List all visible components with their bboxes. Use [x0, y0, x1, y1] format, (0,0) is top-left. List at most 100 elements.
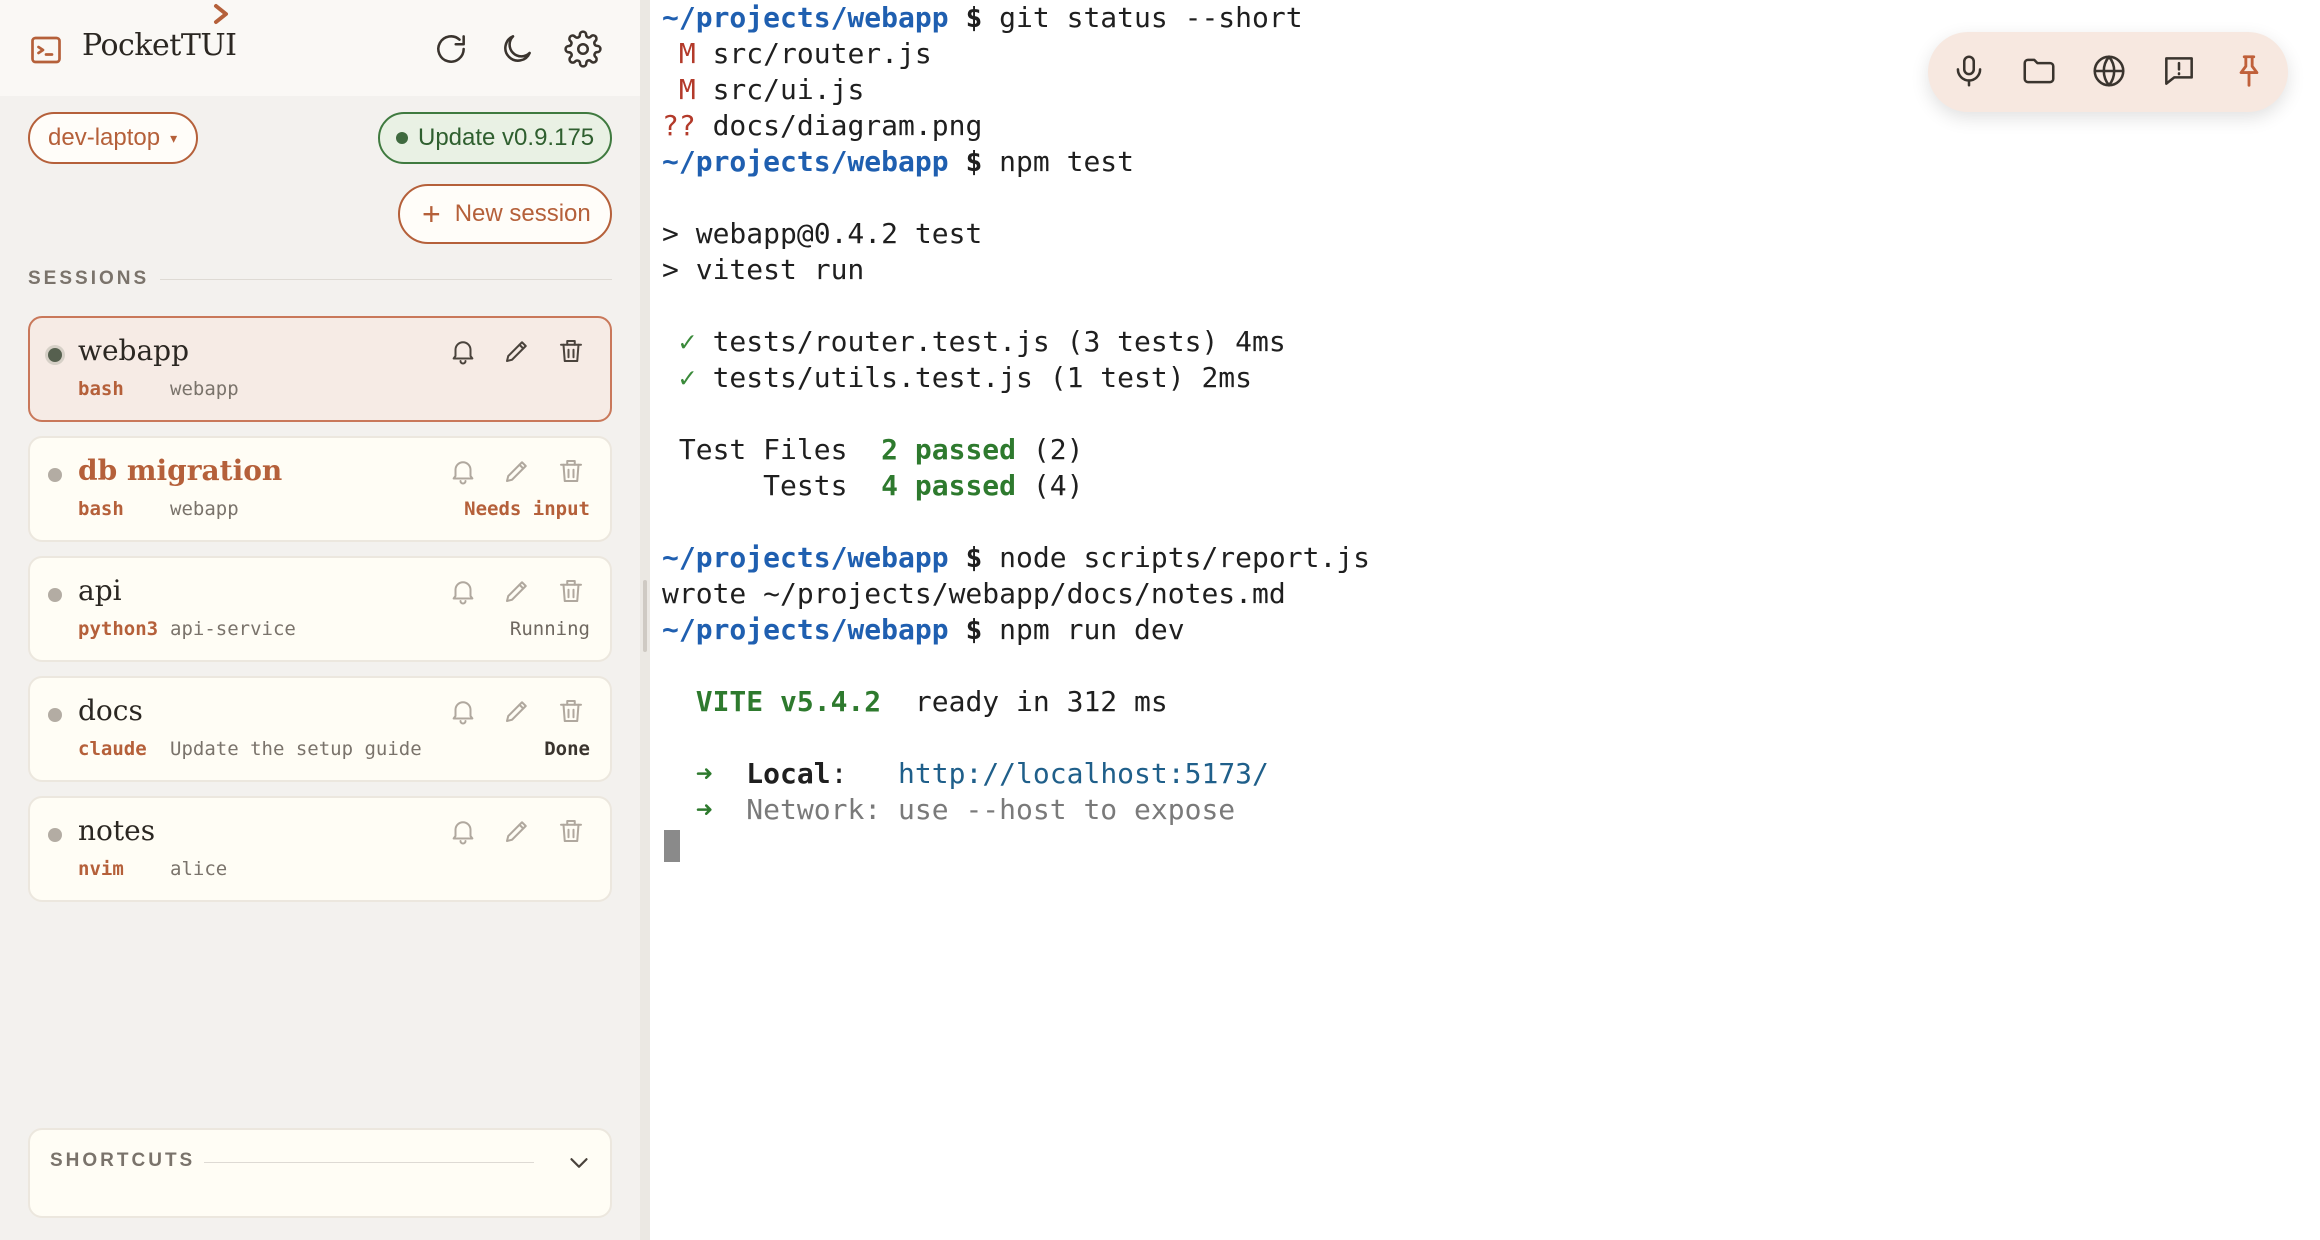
session-card[interactable]: webapp bash webapp [28, 316, 612, 422]
bell-icon[interactable] [448, 696, 478, 726]
terminal-pane[interactable]: ~/projects/webapp $ git status --short M… [650, 0, 2320, 1240]
terminal-line: ~/projects/webapp $ npm test [662, 144, 1134, 180]
session-name: api [78, 574, 122, 607]
new-session-label: New session [454, 200, 591, 227]
floating-toolbar [1928, 32, 2288, 112]
update-button-label: Update v0.9.175 [418, 124, 595, 151]
terminal-command: npm run dev [999, 613, 1185, 646]
terminal-square-icon [28, 32, 64, 68]
pencil-icon[interactable] [502, 336, 532, 366]
moon-icon[interactable] [498, 30, 536, 68]
session-status-dot [48, 348, 62, 362]
pencil-icon[interactable] [502, 816, 532, 846]
update-status-dot [396, 132, 408, 144]
session-card[interactable]: notes nvim alice [28, 796, 612, 902]
shortcuts-divider [204, 1162, 534, 1163]
local-url-link[interactable]: http://localhost:5173/ [898, 757, 1269, 790]
refresh-icon[interactable] [432, 30, 470, 68]
terminal-line: ✓ tests/router.test.js (3 tests) 4ms [662, 324, 1286, 360]
sessions-heading: SESSIONS [28, 268, 150, 289]
vite-banner: VITE v5.4.2 [695, 685, 882, 718]
chevron-down-icon[interactable] [564, 1148, 594, 1178]
terminal-dollar: $ [965, 613, 983, 646]
host-select[interactable]: dev-laptop ▾ [28, 112, 198, 164]
terminal-line: M src/router.js [662, 36, 932, 72]
trash-icon[interactable] [556, 576, 586, 606]
session-name: webapp [78, 334, 190, 367]
sessions-divider [160, 279, 612, 280]
terminal-command: git status --short [999, 1, 1303, 34]
chevron-right-icon [210, 2, 234, 32]
terminal-prompt: ~/projects/webapp [662, 145, 949, 178]
summary-passed: 2 passed [881, 433, 1017, 466]
terminal-line: ➜ Local: http://localhost:5173/ [662, 756, 1269, 792]
terminal-line: ?? docs/diagram.png [662, 108, 982, 144]
terminal-line: VITE v5.4.2 ready in 312 ms [662, 684, 1168, 720]
session-cwd: Update the setup guide [170, 738, 422, 760]
git-path: src/router.js [712, 37, 932, 70]
bell-icon[interactable] [448, 456, 478, 486]
folder-icon[interactable] [2020, 52, 2058, 90]
session-state: Needs input [464, 498, 590, 520]
pencil-icon[interactable] [502, 696, 532, 726]
git-path: src/ui.js [712, 73, 865, 106]
pencil-icon[interactable] [502, 456, 532, 486]
globe-icon[interactable] [2090, 52, 2128, 90]
terminal-prompt: ~/projects/webapp [662, 613, 949, 646]
session-name: db migration [78, 454, 283, 487]
session-card[interactable]: docs claude Update the setup guide Done [28, 676, 612, 782]
summary-passed: 4 passed [881, 469, 1017, 502]
sidebar: PocketTUI dev-laptop ▾ Update v0.9.175 +… [0, 0, 640, 1240]
arrow-right-icon: ➜ [695, 793, 713, 826]
test-result: tests/router.test.js (3 tests) 4ms [712, 325, 1286, 358]
session-status-dot [48, 828, 62, 842]
feedback-icon[interactable] [2160, 52, 2198, 90]
update-button[interactable]: Update v0.9.175 [378, 112, 612, 164]
trash-icon[interactable] [556, 456, 586, 486]
terminal-line: ~/projects/webapp $ node scripts/report.… [662, 540, 1370, 576]
new-session-button[interactable]: + New session [398, 184, 612, 244]
bell-icon[interactable] [448, 576, 478, 606]
terminal-line: ~/projects/webapp $ git status --short [662, 0, 1303, 36]
terminal-dollar: $ [965, 1, 983, 34]
session-cwd: webapp [170, 378, 239, 400]
terminal-line: M src/ui.js [662, 72, 864, 108]
bell-icon[interactable] [448, 336, 478, 366]
session-cwd: webapp [170, 498, 239, 520]
terminal-line: ✓ tests/utils.test.js (1 test) 2ms [662, 360, 1252, 396]
git-flag: M [662, 37, 696, 70]
summary-label: Tests [662, 469, 882, 502]
check-icon: ✓ [678, 361, 696, 394]
session-state: Running [509, 618, 590, 640]
plus-icon: + [422, 196, 441, 232]
gear-icon[interactable] [564, 30, 602, 68]
session-card[interactable]: db migration bash webapp Needs input [28, 436, 612, 542]
git-flag: ?? [662, 109, 696, 142]
trash-icon[interactable] [556, 336, 586, 366]
terminal-prompt: ~/projects/webapp [662, 1, 949, 34]
vite-ready: ready in 312 ms [881, 685, 1168, 718]
session-command: bash [78, 498, 124, 520]
session-command: claude [78, 738, 147, 760]
trash-icon[interactable] [556, 816, 586, 846]
pencil-icon[interactable] [502, 576, 532, 606]
splitter-grip[interactable] [643, 580, 647, 652]
summary-label: Test Files [662, 433, 882, 466]
trash-icon[interactable] [556, 696, 586, 726]
sidebar-header: PocketTUI [0, 0, 640, 96]
terminal-prompt: ~/projects/webapp [662, 541, 949, 574]
session-state: Done [544, 738, 590, 760]
session-command: python3 [78, 618, 159, 640]
bell-icon[interactable] [448, 816, 478, 846]
pin-icon[interactable] [2230, 52, 2268, 90]
terminal-line: ~/projects/webapp $ npm run dev [662, 612, 1185, 648]
terminal-line: wrote ~/projects/webapp/docs/notes.md [662, 577, 1286, 610]
session-status-dot [48, 588, 62, 602]
microphone-icon[interactable] [1950, 52, 1988, 90]
summary-total: (4) [1016, 469, 1084, 502]
session-cwd: alice [170, 858, 228, 880]
session-card[interactable]: api python3 api-service Running [28, 556, 612, 662]
arrow-right-icon: ➜ [695, 757, 713, 790]
shortcuts-panel[interactable]: SHORTCUTS [28, 1128, 612, 1218]
pane-splitter[interactable] [640, 0, 650, 1240]
